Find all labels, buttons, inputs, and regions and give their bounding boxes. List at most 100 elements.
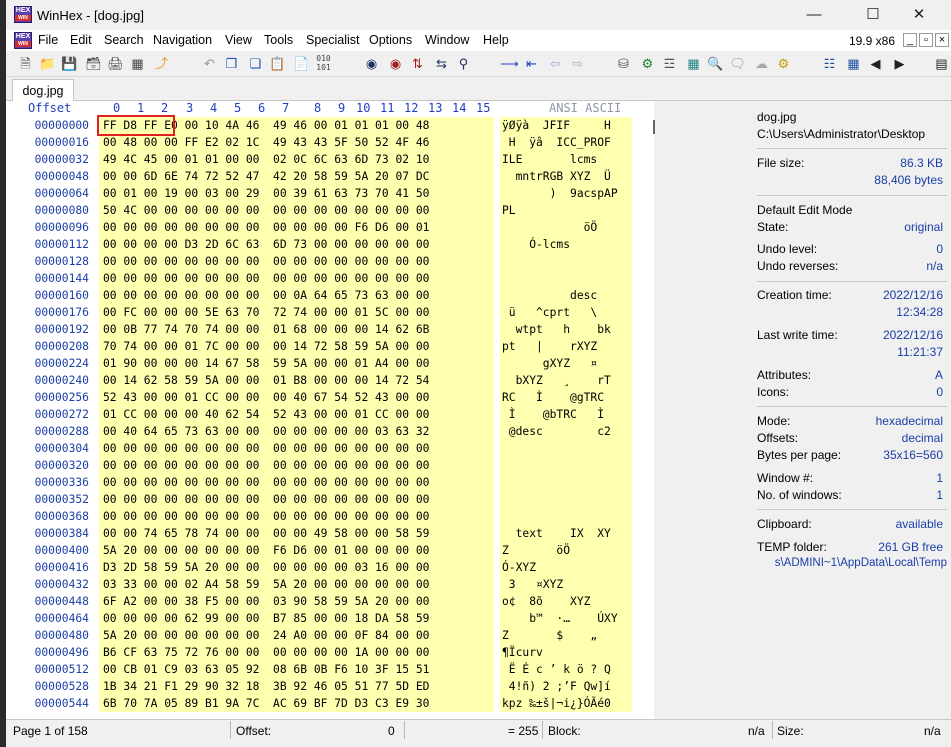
row-ascii[interactable]: Z öÖ [500,542,632,559]
open-folder-icon[interactable]: 📁 [38,54,57,73]
menu-search[interactable]: Search [104,33,144,47]
row-hex-bytes[interactable]: 03 33 00 00 02 A4 58 59 5A 20 00 00 00 0… [99,576,494,593]
forward-icon[interactable]: ⇨ [568,54,587,73]
hex-row[interactable]: 00000496 B6 CF 63 75 72 76 00 00 00 00 00… [6,644,654,661]
gallery-icon[interactable]: ▦ [844,54,863,73]
hex-row[interactable]: 00000064 00 01 00 19 00 03 00 29 00 39 61… [6,185,654,202]
scroll-thumb[interactable] [653,120,655,134]
hex-row[interactable]: 00000240 00 14 62 58 59 5A 00 00 01 B8 00… [6,372,654,389]
open-disk-icon[interactable]: ⚙ [638,54,657,73]
row-hex-bytes[interactable]: 5A 20 00 00 00 00 00 00 24 A0 00 00 0F 8… [99,627,494,644]
row-ascii[interactable]: 3 ¤XYZ [500,576,632,593]
calculator-icon[interactable]: ▦ [684,54,703,73]
row-ascii[interactable]: mntrRGB XYZ Ü [500,168,632,185]
row-ascii[interactable]: ) 9acspAP [500,185,632,202]
row-hex-bytes[interactable]: 49 4C 45 00 01 01 00 00 02 0C 6C 63 6D 7… [99,151,494,168]
row-ascii[interactable]: desc [500,287,632,304]
menu-window[interactable]: Window [425,33,469,47]
hex-editor-area[interactable]: Offset 0 1 2 3 4 5 6 7 8 9 10 11 12 13 1… [6,101,654,719]
menu-help[interactable]: Help [483,33,509,47]
hex-row[interactable]: 00000416 D3 2D 58 59 5A 20 00 00 00 00 00… [6,559,654,576]
disk-icon[interactable]: ⛁ [614,54,633,73]
row-hex-bytes[interactable]: 00 00 74 65 78 74 00 00 00 00 49 58 00 0… [99,525,494,542]
hex-row[interactable]: 00000176 00 FC 00 00 00 5E 63 70 72 74 00… [6,304,654,321]
row-ascii[interactable]: 4!ñ) 2 ;’F Qw]í [500,678,632,695]
row-hex-bytes[interactable]: 1B 34 21 F1 29 90 32 18 3B 92 46 05 51 7… [99,678,494,695]
hex-row[interactable]: 00000544 6B 70 7A 05 89 B1 9A 7C AC 69 BF… [6,695,654,712]
row-ascii[interactable]: ¶Ïcurv [500,644,632,661]
next-icon[interactable]: ▶ [890,54,909,73]
app-menu-icon[interactable]: HEX WIN [14,32,32,49]
row-hex-bytes[interactable]: 00 00 00 00 00 00 00 00 00 00 00 00 00 0… [99,253,494,270]
row-ascii[interactable]: ILE lcms [500,151,632,168]
menu-tools[interactable]: Tools [264,33,293,47]
row-ascii[interactable]: text IX XY [500,525,632,542]
paste-special-icon[interactable]: 📄 [292,54,311,73]
child-close-button[interactable]: × [935,33,949,47]
options-icon[interactable]: ⚙ [774,54,793,73]
hex-row[interactable]: 00000288 00 40 64 65 73 63 00 00 00 00 00… [6,423,654,440]
row-hex-bytes[interactable]: 00 00 00 00 00 00 00 00 00 0A 64 65 73 6… [99,287,494,304]
go-to-offset-icon[interactable]: ⟶ [500,54,519,73]
child-minimize-button[interactable]: _ [903,33,917,47]
row-ascii[interactable]: Z $ „ [500,627,632,644]
row-hex-bytes[interactable]: 00 00 00 00 00 00 00 00 00 00 00 00 00 0… [99,457,494,474]
comment-icon[interactable]: 🗨 [728,54,747,73]
hex-row[interactable]: 00000336 00 00 00 00 00 00 00 00 00 00 00… [6,474,654,491]
row-ascii[interactable]: PL [500,202,632,219]
hex-row[interactable]: 00000464 00 00 00 00 62 99 00 00 B7 85 00… [6,610,654,627]
analyze-icon[interactable]: 🔍 [706,54,725,73]
row-hex-bytes[interactable]: 01 CC 00 00 00 40 62 54 52 43 00 00 01 C… [99,406,494,423]
menu-options[interactable]: Options [369,33,412,47]
child-restore-button[interactable]: ▫ [919,33,933,47]
row-hex-bytes[interactable]: 00 00 00 00 00 00 00 00 00 00 00 00 00 0… [99,508,494,525]
minimize-button[interactable]: — [791,0,837,30]
row-hex-bytes[interactable]: B6 CF 63 75 72 76 00 00 00 00 00 00 1A 0… [99,644,494,661]
menu-navigation[interactable]: Navigation [153,33,212,47]
row-ascii[interactable] [500,270,632,287]
row-ascii[interactable]: b™ ·… ÚXY [500,610,632,627]
row-hex-bytes[interactable]: 00 14 62 58 59 5A 00 00 01 B8 00 00 00 1… [99,372,494,389]
row-ascii[interactable] [500,491,632,508]
bookmark-icon[interactable]: ☁ [752,54,771,73]
row-hex-bytes[interactable]: 00 00 00 00 62 99 00 00 B7 85 00 00 18 D… [99,610,494,627]
row-ascii[interactable] [500,253,632,270]
copy-block-icon[interactable]: ❏ [246,54,265,73]
hex-row[interactable]: 00000032 49 4C 45 00 01 01 00 00 02 0C 6C… [6,151,654,168]
back-icon[interactable]: ⇦ [546,54,565,73]
tab-dog-jpg[interactable]: dog.jpg [12,79,74,102]
hex-row[interactable]: 00000448 6F A2 00 00 38 F5 00 00 03 90 58… [6,593,654,610]
menu-specialist[interactable]: Specialist [306,33,360,47]
row-hex-bytes[interactable]: 00 0B 77 74 70 74 00 00 01 68 00 00 00 1… [99,321,494,338]
row-ascii[interactable]: H ÿâ ICC_PROF [500,134,632,151]
replace-hex-icon[interactable]: ⇅ [408,54,427,73]
case-icon[interactable]: ☷ [820,54,839,73]
row-hex-bytes[interactable]: 00 00 00 00 00 00 00 00 00 00 00 00 00 0… [99,474,494,491]
go-to-sector-icon[interactable]: ⇤ [522,54,541,73]
hex-row[interactable]: 00000400 5A 20 00 00 00 00 00 00 F6 D6 00… [6,542,654,559]
menu-view[interactable]: View [225,33,252,47]
hex-row[interactable]: 00000016 00 48 00 00 FF E2 02 1C 49 43 43… [6,134,654,151]
row-hex-bytes[interactable]: 00 00 00 00 00 00 00 00 00 00 00 00 00 0… [99,491,494,508]
row-hex-bytes[interactable]: 5A 20 00 00 00 00 00 00 F6 D6 00 01 00 0… [99,542,494,559]
row-ascii[interactable] [500,457,632,474]
row-hex-bytes[interactable]: 00 00 00 00 D3 2D 6C 63 6D 73 00 00 00 0… [99,236,494,253]
hex-row[interactable]: 00000160 00 00 00 00 00 00 00 00 00 0A 64… [6,287,654,304]
row-ascii[interactable]: pt | rXYZ [500,338,632,355]
hex-row[interactable]: 00000208 70 74 00 00 01 7C 00 00 00 14 72… [6,338,654,355]
row-ascii[interactable]: öÖ [500,219,632,236]
undo-icon[interactable]: ↶ [200,54,219,73]
row-hex-bytes[interactable]: 00 00 00 00 00 00 00 00 00 00 00 00 F6 D… [99,219,494,236]
vertical-scrollbar[interactable] [650,118,658,718]
row-ascii[interactable]: Ó-lcms [500,236,632,253]
menu-edit[interactable]: Edit [70,33,92,47]
hex-row[interactable]: 00000096 00 00 00 00 00 00 00 00 00 00 00… [6,219,654,236]
row-hex-bytes[interactable]: 00 00 00 00 00 00 00 00 00 00 00 00 00 0… [99,270,494,287]
hex-row[interactable]: 00000112 00 00 00 00 D3 2D 6C 63 6D 73 00… [6,236,654,253]
row-ascii[interactable]: gXYZ ¤ [500,355,632,372]
export-icon[interactable]: ⤴ [152,54,171,73]
row-ascii[interactable]: ÿØÿà JFIF H [500,117,632,134]
row-hex-bytes[interactable]: 01 90 00 00 00 14 67 58 59 5A 00 00 01 A… [99,355,494,372]
row-ascii[interactable] [500,440,632,457]
find-hex-values-icon[interactable]: ⚲ [454,54,473,73]
